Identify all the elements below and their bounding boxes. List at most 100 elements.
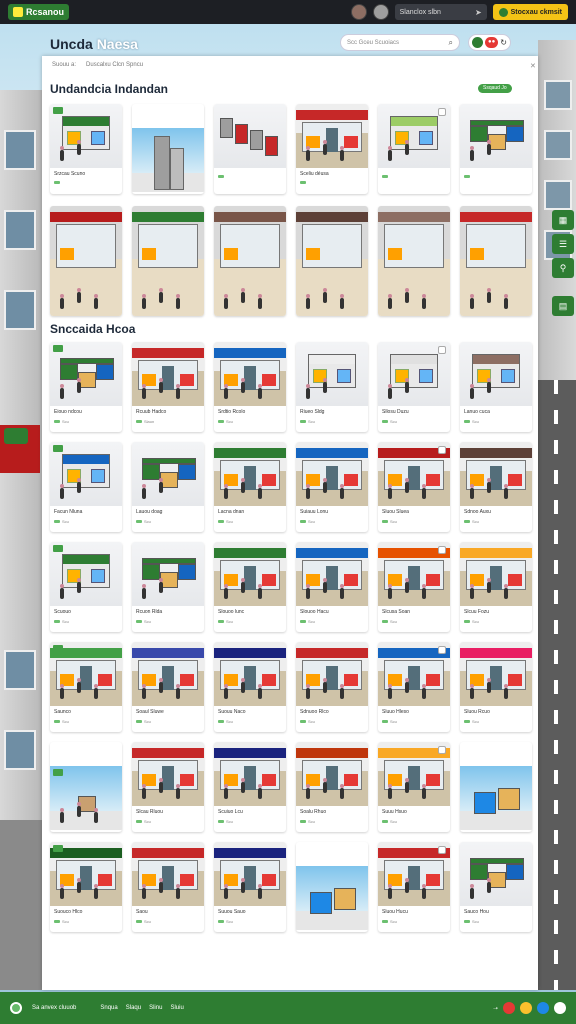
listing-card[interactable]: Saou Scu bbox=[132, 842, 204, 932]
rail-list-icon[interactable]: ☰ bbox=[552, 234, 574, 254]
listing-card[interactable] bbox=[460, 104, 532, 194]
listing-thumbnail[interactable] bbox=[378, 104, 450, 168]
listing-card[interactable]: Soaul Sluwe Scu bbox=[132, 642, 204, 732]
listing-card[interactable] bbox=[460, 206, 532, 316]
listing-card[interactable]: Sdnoo Auxu Scu bbox=[460, 442, 532, 532]
avatar[interactable] bbox=[350, 4, 367, 20]
listing-card[interactable]: Rcuub Hadco Slaun bbox=[132, 342, 204, 432]
listing-card[interactable]: Lauou doag Scu bbox=[132, 442, 204, 532]
listing-card[interactable]: Sluou Hucu Scu bbox=[378, 842, 450, 932]
listing-thumbnail[interactable] bbox=[214, 842, 286, 906]
bookmark-icon[interactable] bbox=[438, 846, 446, 854]
listing-thumbnail[interactable] bbox=[378, 742, 450, 806]
listing-thumbnail[interactable] bbox=[378, 342, 450, 406]
listing-card[interactable]: Sluuo Hleso Scu bbox=[378, 642, 450, 732]
social-icon[interactable] bbox=[503, 1002, 515, 1014]
listing-thumbnail[interactable] bbox=[214, 104, 286, 168]
rail-filter-icon[interactable]: ⚲ bbox=[552, 258, 574, 278]
arrow-right-icon[interactable]: ➝ bbox=[493, 1005, 498, 1012]
listing-card[interactable]: Riueo Sldg Scu bbox=[296, 342, 368, 432]
rail-doc-icon[interactable]: ▤ bbox=[552, 296, 574, 316]
listing-thumbnail[interactable] bbox=[50, 104, 122, 168]
listing-card[interactable]: Rcuon Rlda Scu bbox=[132, 542, 204, 632]
listing-thumbnail[interactable] bbox=[460, 104, 532, 168]
listing-thumbnail[interactable] bbox=[132, 742, 204, 806]
listing-card[interactable]: Suuo LwaouScu bbox=[50, 742, 122, 832]
close-icon[interactable]: ✕ bbox=[530, 62, 536, 70]
listing-thumbnail[interactable] bbox=[214, 742, 286, 806]
listing-card[interactable]: Scuiuo Lcu Scu bbox=[214, 742, 286, 832]
send-icon[interactable]: ➤ bbox=[475, 8, 482, 17]
listing-card[interactable]: Sllosu Duzu Scu bbox=[378, 342, 450, 432]
listing-card[interactable]: Srzcau Scuno bbox=[50, 104, 122, 194]
listing-card[interactable]: Srdtio Rcolo Scu bbox=[214, 342, 286, 432]
listing-thumbnail[interactable] bbox=[460, 642, 532, 706]
listing-thumbnail[interactable] bbox=[50, 442, 122, 506]
listing-thumbnail[interactable] bbox=[296, 442, 368, 506]
listing-thumbnail[interactable] bbox=[50, 342, 122, 406]
listing-card[interactable]: Sauco Hou Scu bbox=[460, 842, 532, 932]
listing-thumbnail[interactable] bbox=[460, 842, 532, 906]
listing-thumbnail[interactable] bbox=[214, 442, 286, 506]
listing-thumbnail[interactable] bbox=[214, 342, 286, 406]
listing-card[interactable] bbox=[214, 104, 286, 194]
profile-avatar[interactable] bbox=[372, 4, 389, 20]
listing-thumbnail[interactable] bbox=[50, 206, 122, 316]
bookmark-icon[interactable] bbox=[438, 546, 446, 554]
listing-thumbnail[interactable] bbox=[460, 542, 532, 606]
search-icon[interactable]: ⌕ bbox=[449, 38, 453, 48]
listing-card[interactable]: Eiouo ndcou Scu bbox=[50, 342, 122, 432]
listing-thumbnail[interactable] bbox=[50, 766, 122, 830]
listing-card[interactable] bbox=[50, 206, 122, 316]
section1-pill-button[interactable]: Ssqaud Jo bbox=[478, 84, 512, 93]
listing-card[interactable]: Slcusa Soan Scu bbox=[378, 542, 450, 632]
listing-card[interactable]: Sdnuoo Rlco Scu bbox=[296, 642, 368, 732]
footer-link[interactable]: Slinu bbox=[149, 1005, 162, 1011]
red-action-button[interactable]: ●● bbox=[485, 37, 499, 48]
listing-card[interactable]: Soalu Rhuo Scu bbox=[296, 742, 368, 832]
listing-thumbnail[interactable] bbox=[460, 766, 532, 830]
listing-thumbnail[interactable] bbox=[214, 542, 286, 606]
listing-thumbnail[interactable] bbox=[50, 642, 122, 706]
listing-thumbnail[interactable] bbox=[132, 842, 204, 906]
listing-card[interactable]: Slcuu Fozu Scu bbox=[460, 542, 532, 632]
listing-thumbnail[interactable] bbox=[214, 642, 286, 706]
listing-card[interactable] bbox=[296, 842, 368, 932]
refresh-icon[interactable]: ↻ bbox=[500, 38, 507, 47]
breadcrumb-item[interactable]: Duscalxu Clcn Spncu bbox=[86, 62, 143, 68]
listing-thumbnail[interactable] bbox=[50, 542, 122, 606]
listing-thumbnail[interactable] bbox=[132, 342, 204, 406]
listing-card[interactable]: Slcau Rluou Scu bbox=[132, 742, 204, 832]
listing-card[interactable]: Suuso RcuoScu bbox=[460, 742, 532, 832]
bookmark-icon[interactable] bbox=[438, 346, 446, 354]
listing-card[interactable]: Lanuo cuca Scu bbox=[460, 342, 532, 432]
listing-thumbnail[interactable] bbox=[132, 128, 204, 192]
listing-card[interactable]: Facun Nluna Scu bbox=[50, 442, 122, 532]
listing-thumbnail[interactable] bbox=[296, 866, 368, 930]
bookmark-icon[interactable] bbox=[438, 646, 446, 654]
listing-card[interactable] bbox=[132, 206, 204, 316]
listing-thumbnail[interactable] bbox=[50, 842, 122, 906]
listing-thumbnail[interactable] bbox=[296, 342, 368, 406]
header-search-input[interactable]: Scc Gceu Scuoiacs ⌕ bbox=[340, 34, 460, 51]
footer-link[interactable]: Sluiu bbox=[170, 1005, 183, 1011]
listing-thumbnail[interactable] bbox=[296, 742, 368, 806]
listing-thumbnail[interactable] bbox=[132, 642, 204, 706]
listing-thumbnail[interactable] bbox=[296, 206, 368, 316]
listing-thumbnail[interactable] bbox=[132, 442, 204, 506]
listing-card[interactable]: Suouco Hlco Scu bbox=[50, 842, 122, 932]
rail-grid-icon[interactable]: ▦ bbox=[552, 210, 574, 230]
listing-card[interactable]: Slouoo Hacu Scu bbox=[296, 542, 368, 632]
listing-thumbnail[interactable] bbox=[378, 842, 450, 906]
listing-card[interactable]: Suouu Naco Scu bbox=[214, 642, 286, 732]
listing-card[interactable]: Sluou Rcuo Scu bbox=[460, 642, 532, 732]
listing-thumbnail[interactable] bbox=[132, 542, 204, 606]
top-cta-button[interactable]: Stocxau ckmsit bbox=[492, 4, 568, 20]
listing-card[interactable]: Scuouo Scu bbox=[50, 542, 122, 632]
listing-thumbnail[interactable] bbox=[378, 642, 450, 706]
listing-card[interactable] bbox=[378, 206, 450, 316]
listing-thumbnail[interactable] bbox=[296, 642, 368, 706]
breadcrumb-item[interactable]: Suouu a: bbox=[52, 62, 76, 68]
listing-thumbnail[interactable] bbox=[214, 206, 286, 316]
listing-thumbnail[interactable] bbox=[460, 206, 532, 316]
